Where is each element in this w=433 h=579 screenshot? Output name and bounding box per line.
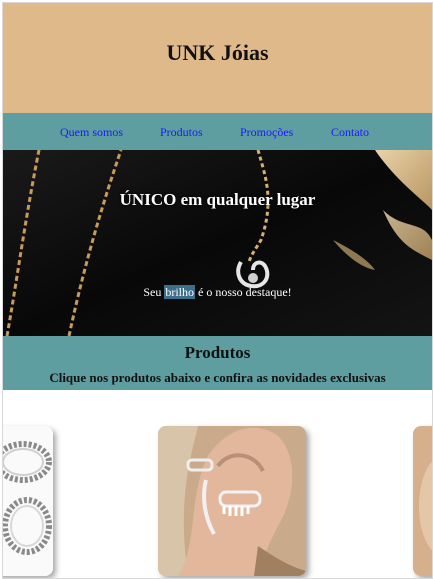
- nav-link-produtos[interactable]: Produtos: [160, 125, 203, 140]
- product-image-ear-cuff: [158, 426, 306, 576]
- jewelry-banner-image: [3, 150, 432, 336]
- products-header: Produtos Clique nos produtos abaixo e co…: [3, 336, 432, 390]
- banner-title: ÚNICO em qualquer lugar: [119, 190, 316, 209]
- product-card-ear-cuff[interactable]: [158, 426, 306, 576]
- site-title: UNK Jóias: [166, 40, 269, 65]
- page-frame: UNK Jóias Quem somos Produtos Promoções …: [2, 2, 433, 579]
- banner-subtitle-end: é o nosso destaque!: [195, 285, 292, 299]
- product-image-rings: [3, 426, 53, 576]
- hero-banner: ÚNICO em qualquer lugar Seu brilho é o n…: [3, 150, 432, 336]
- product-card-rings[interactable]: [3, 426, 53, 576]
- nav-link-promocoes[interactable]: Promoções: [240, 125, 293, 140]
- products-carousel: [3, 390, 432, 578]
- banner-subtitle-highlight: brilho: [164, 285, 195, 299]
- products-description: Clique nos produtos abaixo e confira as …: [49, 370, 386, 385]
- nav-link-contato[interactable]: Contato: [331, 125, 369, 140]
- site-header: UNK Jóias: [3, 3, 432, 113]
- banner-subtitle-start: Seu: [143, 285, 165, 299]
- nav-link-quem-somos[interactable]: Quem somos: [60, 125, 123, 140]
- product-card-partial[interactable]: [413, 426, 432, 576]
- banner-subtitle: Seu brilho é o nosso destaque!: [3, 285, 432, 300]
- main-nav: Quem somos Produtos Promoções Contato: [3, 113, 432, 150]
- products-heading: Produtos: [184, 343, 251, 362]
- product-image-partial: [413, 426, 432, 576]
